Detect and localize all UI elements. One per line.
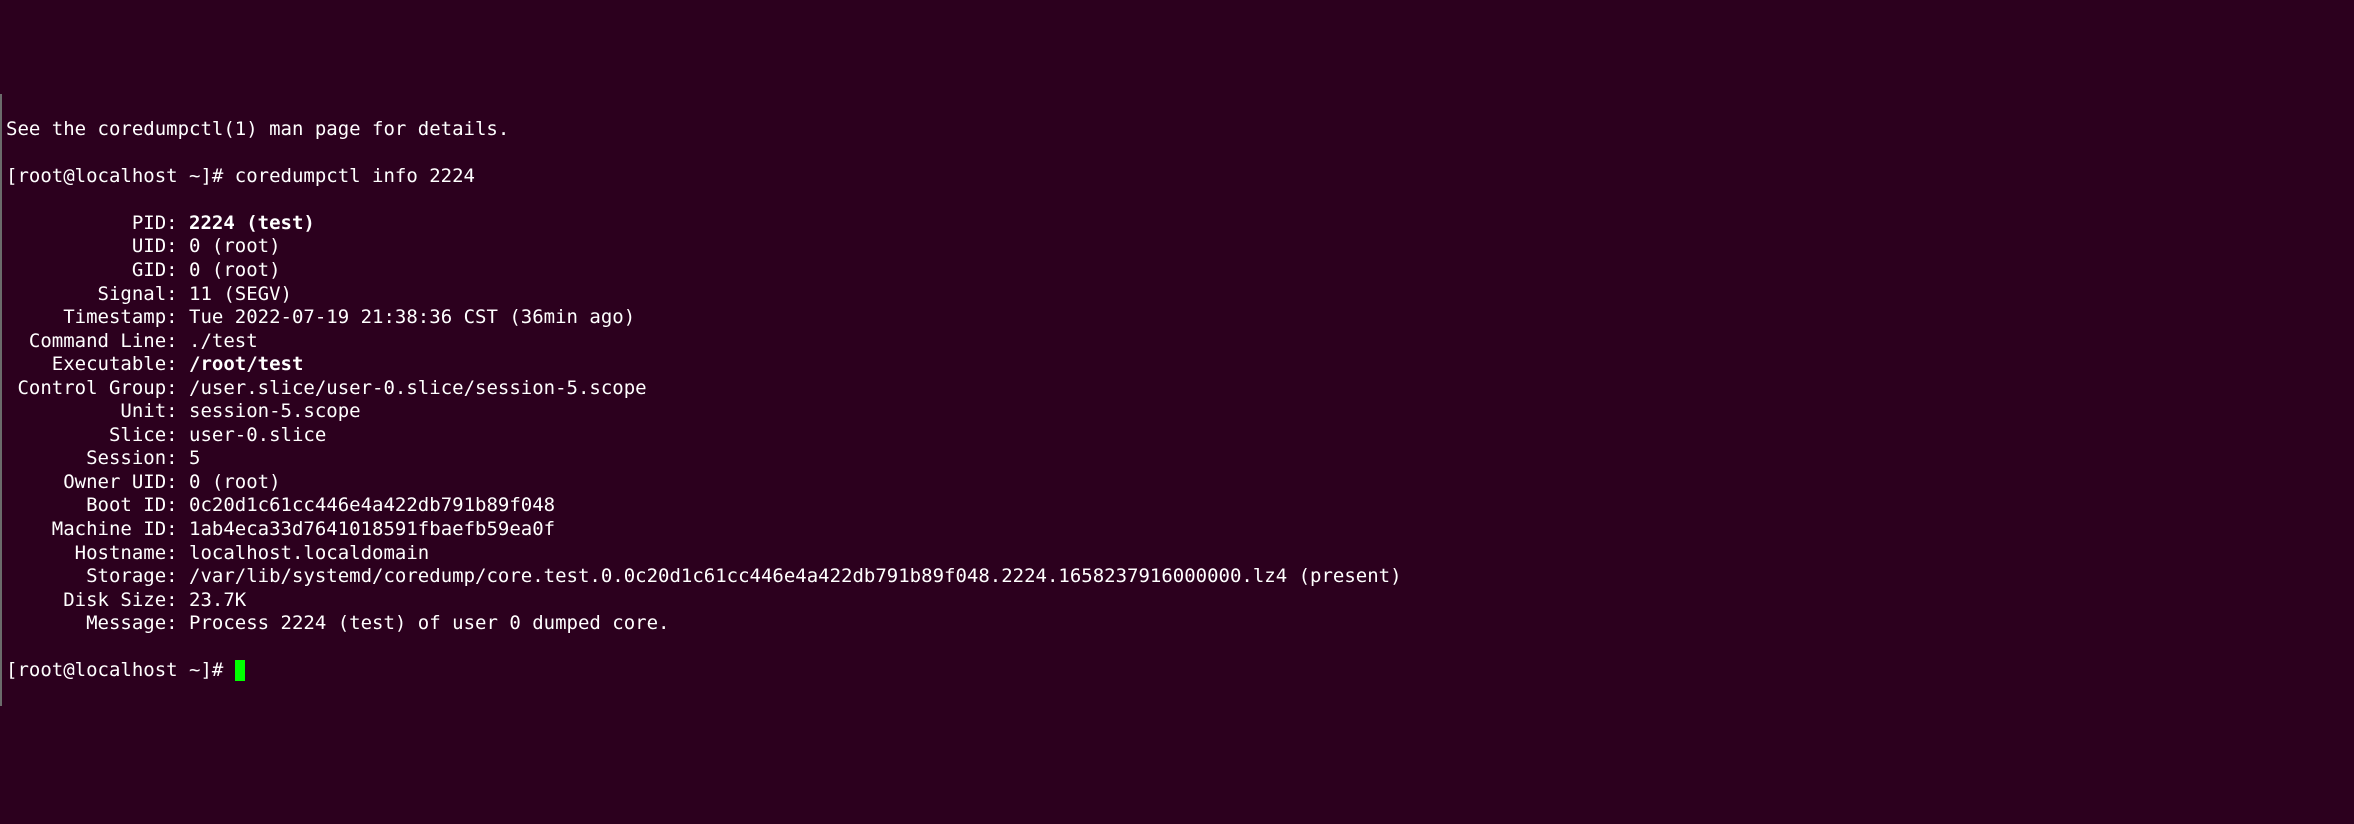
field-value: session-5.scope — [189, 400, 361, 422]
field-value: 5 — [189, 447, 200, 469]
field-row: Executable: /root/test — [6, 353, 2350, 377]
field-row: Message: Process 2224 (test) of user 0 d… — [6, 612, 2350, 636]
output-fields: PID: 2224 (test) UID: 0 (root) GID: 0 (r… — [6, 212, 2350, 636]
cursor-icon — [235, 660, 245, 681]
field-label: Executable: — [6, 353, 189, 375]
field-label: Timestamp: — [6, 306, 189, 328]
field-value: /var/lib/systemd/coredump/core.test.0.0c… — [189, 565, 1402, 587]
field-label: Session: — [6, 447, 189, 469]
field-row: PID: 2224 (test) — [6, 212, 2350, 236]
partial-line: See the coredumpctl(1) man page for deta… — [6, 118, 2350, 142]
field-row: Boot ID: 0c20d1c61cc446e4a422db791b89f04… — [6, 494, 2350, 518]
field-label: UID: — [6, 235, 189, 257]
field-value: 0 (root) — [189, 235, 281, 257]
field-label: Command Line: — [6, 330, 189, 352]
field-value: Process 2224 (test) of user 0 dumped cor… — [189, 612, 669, 634]
prompt-line-1: [root@localhost ~]# coredumpctl info 222… — [6, 165, 2350, 189]
field-row: Storage: /var/lib/systemd/coredump/core.… — [6, 565, 2350, 589]
shell-prompt: [root@localhost ~]# — [6, 659, 235, 681]
field-value: Tue 2022-07-19 21:38:36 CST (36min ago) — [189, 306, 635, 328]
field-row: Session: 5 — [6, 447, 2350, 471]
field-value: 2224 (test) — [189, 212, 315, 234]
field-label: Slice: — [6, 424, 189, 446]
field-value: 0 (root) — [189, 471, 281, 493]
field-row: Owner UID: 0 (root) — [6, 471, 2350, 495]
field-row: Hostname: localhost.localdomain — [6, 542, 2350, 566]
field-row: Command Line: ./test — [6, 330, 2350, 354]
field-value: ./test — [189, 330, 258, 352]
field-label: GID: — [6, 259, 189, 281]
field-value: 0c20d1c61cc446e4a422db791b89f048 — [189, 494, 555, 516]
field-value: 0 (root) — [189, 259, 281, 281]
field-label: Signal: — [6, 283, 189, 305]
field-value: 11 (SEGV) — [189, 283, 292, 305]
prompt-line-2: [root@localhost ~]# — [6, 659, 2350, 683]
field-value: localhost.localdomain — [189, 542, 429, 564]
field-label: Message: — [6, 612, 189, 634]
field-label: Disk Size: — [6, 589, 189, 611]
field-label: Storage: — [6, 565, 189, 587]
field-value: 1ab4eca33d7641018591fbaefb59ea0f — [189, 518, 555, 540]
field-value: user-0.slice — [189, 424, 326, 446]
field-label: Hostname: — [6, 542, 189, 564]
field-row: Unit: session-5.scope — [6, 400, 2350, 424]
field-label: Boot ID: — [6, 494, 189, 516]
field-row: Timestamp: Tue 2022-07-19 21:38:36 CST (… — [6, 306, 2350, 330]
field-value: /user.slice/user-0.slice/session-5.scope — [189, 377, 647, 399]
field-row: Machine ID: 1ab4eca33d7641018591fbaefb59… — [6, 518, 2350, 542]
terminal-output[interactable]: See the coredumpctl(1) man page for deta… — [0, 94, 2354, 706]
field-label: PID: — [6, 212, 189, 234]
command-text: coredumpctl info 2224 — [235, 165, 475, 187]
field-row: GID: 0 (root) — [6, 259, 2350, 283]
field-row: Signal: 11 (SEGV) — [6, 283, 2350, 307]
shell-prompt: [root@localhost ~]# — [6, 165, 235, 187]
field-row: Slice: user-0.slice — [6, 424, 2350, 448]
field-value: 23.7K — [189, 589, 246, 611]
field-label: Owner UID: — [6, 471, 189, 493]
field-label: Control Group: — [6, 377, 189, 399]
field-row: Control Group: /user.slice/user-0.slice/… — [6, 377, 2350, 401]
field-row: UID: 0 (root) — [6, 235, 2350, 259]
field-row: Disk Size: 23.7K — [6, 589, 2350, 613]
field-value: /root/test — [189, 353, 303, 375]
field-label: Machine ID: — [6, 518, 189, 540]
field-label: Unit: — [6, 400, 189, 422]
